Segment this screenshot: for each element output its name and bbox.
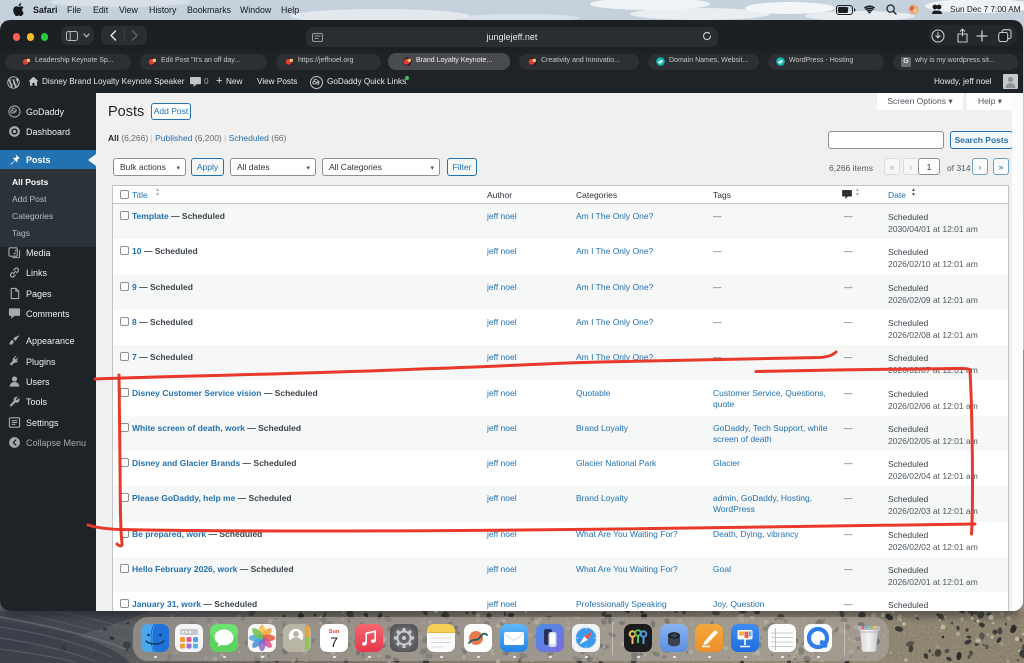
svg-text:7: 7 — [330, 634, 338, 650]
